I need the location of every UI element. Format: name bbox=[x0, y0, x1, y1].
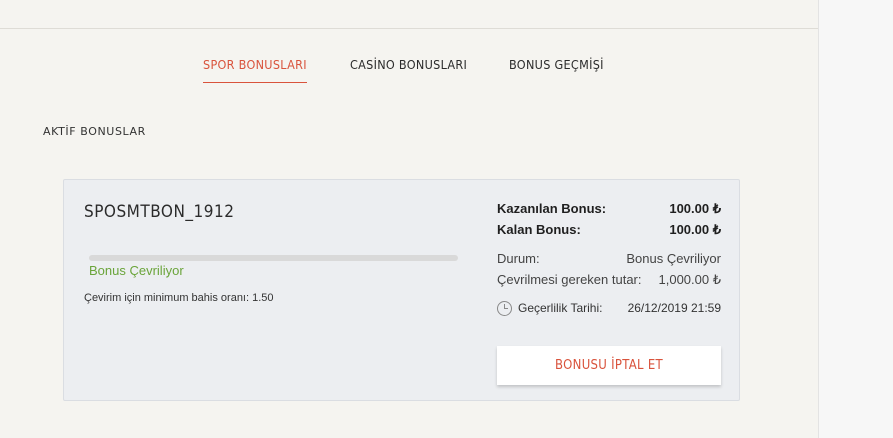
bonus-info: Kazanılan Bonus: 100.00 ₺ Kalan Bonus: 1… bbox=[497, 198, 721, 319]
required-amount-row: Çevrilmesi gereken tutar: 1,000.00 ₺ bbox=[497, 269, 721, 290]
required-amount-label: Çevrilmesi gereken tutar: bbox=[497, 272, 642, 287]
earned-bonus-label: Kazanılan Bonus: bbox=[497, 201, 607, 216]
status-row: Durum: Bonus Çevriliyor bbox=[497, 248, 721, 269]
section-title: AKTİF BONUSLAR bbox=[43, 125, 146, 138]
tab-bonus-gecmisi[interactable]: BONUS GEÇMİŞİ bbox=[509, 57, 604, 82]
status-value: Bonus Çevriliyor bbox=[626, 251, 721, 266]
validity-label: Geçerlilik Tarihi: bbox=[518, 301, 603, 315]
bonus-tabs: SPOR BONUSLARI CASİNO BONUSLARI BONUS GE… bbox=[0, 57, 818, 87]
remaining-bonus-value: 100.00 ₺ bbox=[669, 222, 721, 237]
validity-value: 26/12/2019 21:59 bbox=[627, 301, 721, 315]
required-amount-value: 1,000.00 ₺ bbox=[658, 272, 722, 287]
earned-bonus-value: 100.00 ₺ bbox=[669, 201, 721, 216]
remaining-bonus-row: Kalan Bonus: 100.00 ₺ bbox=[497, 219, 721, 240]
bonus-card: SPOSMTBON_1912 Bonus Çevriliyor Çevirim … bbox=[63, 179, 740, 401]
status-label: Durum: bbox=[497, 251, 540, 266]
earned-bonus-row: Kazanılan Bonus: 100.00 ₺ bbox=[497, 198, 721, 219]
validity-row: Geçerlilik Tarihi: 26/12/2019 21:59 bbox=[497, 298, 721, 319]
cancel-bonus-button[interactable]: BONUSU İPTAL ET bbox=[497, 346, 721, 385]
tab-spor-bonuslari[interactable]: SPOR BONUSLARI bbox=[203, 57, 307, 83]
clock-icon bbox=[497, 301, 512, 316]
bonus-code: SPOSMTBON_1912 bbox=[84, 202, 235, 222]
bonus-status-text: Bonus Çevriliyor bbox=[89, 263, 184, 278]
top-bar bbox=[0, 0, 818, 29]
right-panel bbox=[818, 0, 893, 438]
remaining-bonus-label: Kalan Bonus: bbox=[497, 222, 581, 237]
tab-casino-bonuslari[interactable]: CASİNO BONUSLARI bbox=[350, 57, 467, 82]
bonus-progress-bar bbox=[89, 255, 458, 261]
min-odds-text: Çevirim için minimum bahis oranı: 1.50 bbox=[84, 292, 274, 304]
